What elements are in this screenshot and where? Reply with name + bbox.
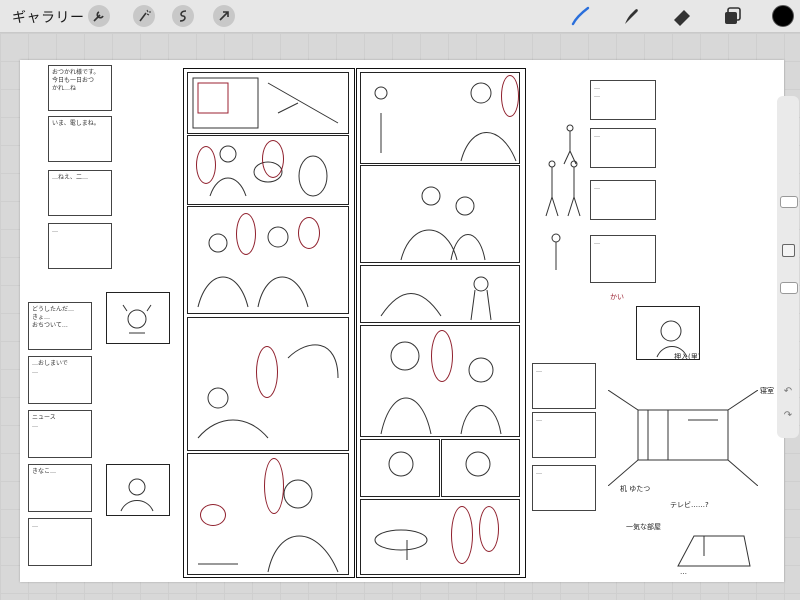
room-label: テレビ……? bbox=[670, 501, 709, 509]
sketch-thumbnail bbox=[106, 464, 170, 516]
room-label: … bbox=[680, 568, 687, 576]
drawing-canvas[interactable]: おつかれ様です。 今日も一日おつ かれ…ね いま、電しまね。 …ねえ、二… … … bbox=[20, 60, 784, 582]
transform-arrow-icon[interactable] bbox=[213, 5, 235, 27]
note-box: … bbox=[590, 128, 656, 168]
layers-icon[interactable] bbox=[720, 4, 744, 28]
panel bbox=[187, 206, 349, 314]
wrench-icon[interactable] bbox=[88, 5, 110, 27]
panel bbox=[360, 325, 520, 437]
speech-bubble bbox=[196, 146, 216, 184]
annotation-label: かい bbox=[610, 293, 624, 301]
panel bbox=[441, 439, 520, 497]
redo-icon[interactable]: ↷ bbox=[782, 410, 794, 422]
speech-bubble bbox=[298, 217, 320, 249]
speech-bubble bbox=[451, 506, 473, 564]
brush-sidebar: ↶ ↷ bbox=[777, 96, 799, 438]
note-box: … bbox=[28, 518, 92, 566]
note-box: おつかれ様です。 今日も一日おつ かれ…ね bbox=[48, 65, 112, 111]
smudge-icon[interactable] bbox=[619, 4, 643, 28]
speech-bubble bbox=[262, 140, 284, 178]
brush-size-slider[interactable] bbox=[780, 196, 798, 208]
panel bbox=[360, 439, 440, 497]
speech-bubble bbox=[236, 213, 256, 255]
eraser-icon[interactable] bbox=[670, 4, 694, 28]
note-box: … bbox=[590, 180, 656, 220]
note-box: … bbox=[48, 223, 112, 269]
panel bbox=[360, 499, 520, 575]
speech-bubble bbox=[431, 330, 453, 382]
manga-page-right bbox=[356, 68, 526, 578]
note-box: …ねえ、二… bbox=[48, 170, 112, 216]
speech-bubble bbox=[200, 504, 226, 526]
color-swatch[interactable] bbox=[772, 5, 794, 27]
brush-icon[interactable] bbox=[568, 4, 592, 28]
note-box: … bbox=[532, 363, 596, 409]
room-label: 押入(里) bbox=[674, 353, 701, 361]
manga-page-left bbox=[183, 68, 355, 578]
opacity-slider[interactable] bbox=[780, 282, 798, 294]
room-label: 一気な部屋 bbox=[626, 523, 661, 531]
speech-bubble bbox=[479, 506, 499, 552]
note-box: ニュース … bbox=[28, 410, 92, 458]
magic-wand-icon[interactable] bbox=[133, 5, 155, 27]
panel bbox=[360, 265, 520, 323]
gallery-button[interactable]: ギャラリー bbox=[12, 7, 85, 27]
sketch-thumbnail bbox=[106, 292, 170, 344]
note-box: … bbox=[532, 465, 596, 511]
panel bbox=[360, 72, 520, 164]
speech-bubble bbox=[256, 346, 278, 398]
room-label: 机 ゆたつ bbox=[620, 485, 651, 493]
selection-icon[interactable] bbox=[172, 5, 194, 27]
room-label: 寝室 bbox=[760, 387, 774, 395]
note-box: … bbox=[532, 412, 596, 458]
modify-button[interactable] bbox=[782, 244, 795, 257]
note-box: … bbox=[590, 235, 656, 283]
panel bbox=[187, 135, 349, 205]
panel bbox=[187, 453, 349, 575]
panel bbox=[360, 165, 520, 263]
panel bbox=[187, 72, 349, 134]
panel bbox=[187, 317, 349, 451]
note-box: きなこ… bbox=[28, 464, 92, 512]
note-box: … … bbox=[590, 80, 656, 120]
note-box: いま、電しまね。 bbox=[48, 116, 112, 162]
speech-bubble bbox=[501, 75, 519, 117]
note-box: …おしまいで … bbox=[28, 356, 92, 404]
speech-bubble bbox=[264, 458, 284, 514]
undo-icon[interactable]: ↶ bbox=[782, 386, 794, 398]
top-toolbar: ギャラリー bbox=[0, 0, 800, 33]
room-sketch bbox=[608, 390, 758, 486]
room-sketch-small bbox=[677, 535, 751, 567]
note-box: どうしたんだ… きょ… おちついて… bbox=[28, 302, 92, 350]
